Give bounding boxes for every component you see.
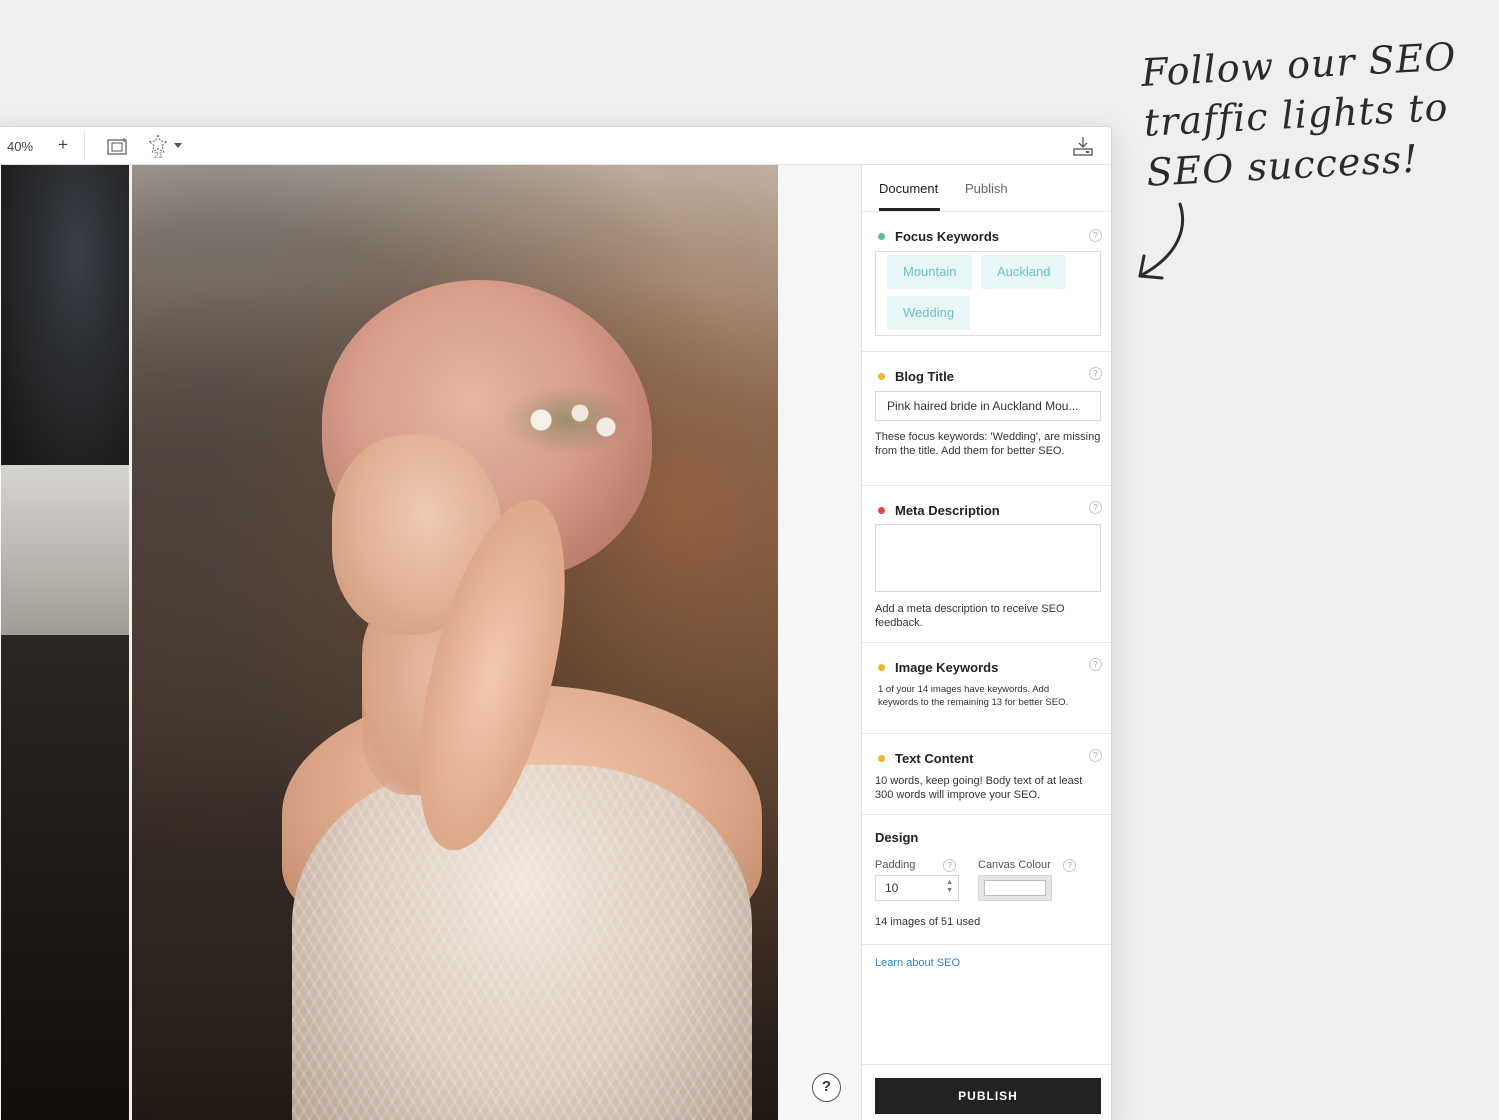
blog-title-input[interactable]: Pink haired bride in Auckland Mou... bbox=[875, 391, 1101, 421]
keyword-chip[interactable]: Wedding bbox=[887, 296, 971, 330]
canvas-colour-picker[interactable] bbox=[978, 875, 1052, 901]
status-dot-green bbox=[878, 232, 885, 240]
status-dot-red bbox=[878, 506, 885, 514]
sidebar-tabs: Document Publish bbox=[862, 165, 1111, 212]
status-dot-yellow bbox=[878, 754, 885, 762]
star-count: 21 bbox=[154, 151, 163, 160]
section-title: Design bbox=[875, 830, 919, 845]
toolbar: 40% + 21 bbox=[0, 127, 1111, 165]
editor-window: 40% + 21 ? Document Publish Focus Keywor… bbox=[0, 126, 1112, 1120]
seo-sidebar: Document Publish Focus Keywords ? Mounta… bbox=[861, 165, 1111, 1120]
canvas-colour-label: Canvas Colour bbox=[978, 859, 1051, 871]
zoom-level[interactable]: 40% bbox=[7, 139, 33, 154]
meta-description-feedback: Add a meta description to receive SEO fe… bbox=[875, 603, 1065, 629]
help-icon[interactable]: ? bbox=[1089, 749, 1102, 762]
help-icon[interactable]: ? bbox=[1089, 658, 1102, 671]
padding-value: 10 bbox=[885, 881, 899, 895]
meta-description-section: Meta Description ? Add a meta descriptio… bbox=[862, 486, 1111, 643]
help-icon[interactable]: ? bbox=[1089, 501, 1102, 514]
annotation-arrow-icon bbox=[1138, 202, 1185, 280]
section-title: Meta Description bbox=[895, 502, 1000, 518]
zoom-in-button[interactable]: + bbox=[55, 135, 71, 155]
keyword-chip[interactable]: Mountain bbox=[887, 255, 973, 289]
stepper-arrows-icon[interactable]: ▲ ▼ bbox=[946, 879, 953, 895]
divider bbox=[862, 1064, 1111, 1065]
image-keywords-feedback: 1 of your 14 images have keywords. Add k… bbox=[878, 684, 1069, 708]
keyword-chip[interactable]: Auckland bbox=[981, 255, 1067, 289]
help-icon[interactable]: ? bbox=[1063, 859, 1076, 872]
keywords-input[interactable]: Mountain Auckland Wedding bbox=[875, 251, 1101, 336]
text-content-feedback: 10 words, keep going! Body text of at le… bbox=[875, 775, 1083, 801]
gallery-image-left[interactable] bbox=[1, 165, 129, 1120]
image-usage: 14 images of 51 used bbox=[875, 916, 981, 928]
chevron-down-icon[interactable] bbox=[174, 143, 182, 148]
help-icon[interactable]: ? bbox=[943, 859, 956, 872]
help-icon[interactable]: ? bbox=[1089, 367, 1102, 380]
star-icon[interactable] bbox=[147, 133, 169, 153]
toolbar-divider bbox=[84, 131, 85, 161]
gallery-image-bride[interactable] bbox=[132, 165, 778, 1120]
meta-description-input[interactable] bbox=[875, 524, 1101, 592]
section-title: Text Content bbox=[895, 750, 974, 766]
frame-icon[interactable] bbox=[107, 137, 129, 155]
tab-document[interactable]: Document bbox=[879, 181, 938, 196]
status-dot-yellow bbox=[878, 372, 885, 380]
section-title: Blog Title bbox=[895, 368, 954, 384]
colour-swatch bbox=[984, 880, 1046, 896]
tab-publish[interactable]: Publish bbox=[965, 181, 1008, 196]
padding-stepper[interactable]: 10 ▲ ▼ bbox=[875, 875, 959, 901]
blog-title-feedback: These focus keywords: 'Wedding', are mis… bbox=[875, 431, 1101, 457]
active-tab-indicator bbox=[879, 208, 940, 211]
canvas: ? bbox=[0, 165, 861, 1120]
help-button[interactable]: ? bbox=[812, 1073, 841, 1102]
download-icon[interactable] bbox=[1072, 136, 1094, 156]
learn-about-seo-link[interactable]: Learn about SEO bbox=[875, 957, 960, 969]
focus-keywords-section: Focus Keywords ? Mountain Auckland Weddi… bbox=[862, 212, 1111, 352]
image-keywords-section: Image Keywords ? 1 of your 14 images hav… bbox=[862, 643, 1111, 734]
section-title: Image Keywords bbox=[895, 659, 999, 675]
design-section: Design Padding ? Canvas Colour ? 10 ▲ ▼ 1… bbox=[862, 815, 1111, 945]
section-title: Focus Keywords bbox=[895, 228, 1000, 244]
padding-label: Padding bbox=[875, 859, 916, 871]
help-icon[interactable]: ? bbox=[1089, 229, 1102, 242]
text-content-section: Text Content ? 10 words, keep going! Bod… bbox=[862, 734, 1111, 815]
annotation-text: Follow our SEO traffic lights to SEO suc… bbox=[1140, 31, 1477, 198]
publish-button[interactable]: PUBLISH bbox=[875, 1078, 1101, 1114]
blog-title-section: Blog Title ? Pink haired bride in Auckla… bbox=[862, 352, 1111, 486]
status-dot-yellow bbox=[878, 663, 885, 671]
